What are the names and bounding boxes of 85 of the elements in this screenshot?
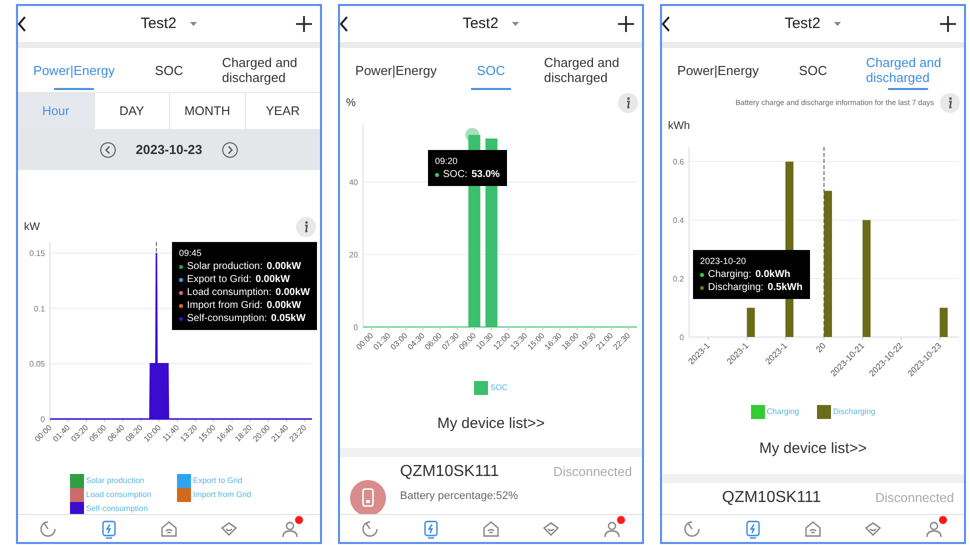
device-status: Disconnected — [875, 489, 954, 508]
house-icon[interactable] — [802, 518, 823, 538]
bar — [940, 308, 948, 337]
tooltip-label: Export to Grid: — [187, 273, 252, 286]
tab[interactable]: Charged and discharged — [530, 48, 642, 92]
plus-icon[interactable] — [618, 16, 634, 32]
gauge-icon[interactable] — [682, 518, 702, 538]
tooltip-title: 09:20 — [435, 155, 459, 168]
battery-percentage: Battery percentage:52% — [400, 489, 520, 504]
device-card[interactable]: QZM10SK111 Disconnected Battery percentage:52% — [340, 456, 642, 514]
device-name: QZM10SK111 — [722, 488, 822, 508]
bar — [746, 308, 755, 337]
legend-label: Self-consumption — [86, 503, 148, 514]
device-name: QZM10SK111 — [400, 462, 500, 482]
unit-label: kWh — [668, 118, 690, 134]
axis-label: 20 — [814, 340, 828, 354]
tab[interactable]: SOC — [774, 48, 852, 92]
device-list-link[interactable]: My device list>> — [437, 412, 545, 436]
tab[interactable]: Charged and discharged — [208, 48, 320, 92]
house-icon[interactable] — [480, 518, 501, 538]
axis-label: 0.05 — [29, 360, 45, 369]
plus-icon[interactable] — [940, 16, 956, 32]
back-icon[interactable] — [340, 16, 348, 32]
gauge-icon[interactable] — [38, 518, 58, 538]
tooltip-label: Import from Grid: — [187, 299, 263, 312]
profile-icon[interactable] — [280, 518, 300, 538]
profile-icon[interactable] — [602, 518, 622, 538]
tab[interactable]: Power|Energy — [340, 48, 452, 92]
device-status: Disconnected — [553, 463, 632, 482]
site-selector[interactable]: Test2 — [702, 12, 924, 36]
previous-icon[interactable] — [100, 142, 116, 158]
gauge-icon[interactable] — [360, 518, 380, 538]
legend-label: Solar production — [86, 475, 144, 487]
caret-icon — [834, 22, 842, 26]
axis-label: 0.6 — [672, 158, 684, 167]
axis-label: 40 — [349, 178, 358, 187]
axis-label: 0 — [354, 323, 358, 332]
info-icon[interactable] — [296, 217, 316, 237]
tooltip-label: Load consumption: — [187, 286, 272, 299]
tooltip-value: 0.5kWh — [768, 281, 803, 294]
axis-label: 20 — [349, 250, 358, 260]
tooltip-label: Discharging: — [708, 281, 764, 294]
legend-label: Charging — [766, 406, 800, 418]
axis-label: 0.2 — [672, 274, 684, 284]
tooltip-label: SOC: — [443, 168, 468, 181]
legend-label: Export to Grid — [193, 475, 242, 487]
legend-label: Import from Grid — [193, 489, 252, 501]
caret-icon — [190, 22, 198, 26]
tooltip-value: 53.0% — [471, 168, 500, 181]
caret-icon — [512, 22, 520, 26]
tab[interactable]: SOC — [130, 48, 208, 92]
back-icon[interactable] — [18, 16, 26, 32]
back-icon[interactable] — [662, 16, 670, 32]
legend-label: Discharging — [833, 406, 876, 418]
tooltip-label: Solar production: — [187, 260, 263, 273]
axis-label: 0 — [40, 415, 45, 424]
site-selector[interactable]: Test2 — [58, 12, 280, 36]
tooltip-value: 0.00kW — [255, 273, 290, 286]
tooltip-value: 0.0kWh — [755, 268, 790, 281]
tooltip-value: 0.05kW — [271, 312, 306, 325]
legend-label: Load consumption — [86, 489, 152, 501]
tooltip-value: 0.00kW — [276, 286, 310, 299]
tooltip-value: 0.00kW — [266, 260, 302, 273]
date-label: 2023-10-23 — [136, 141, 202, 160]
axis-label: 0.15 — [29, 249, 45, 258]
axis-label: 0 — [680, 333, 684, 342]
unit-label: kW — [24, 220, 40, 235]
plus-icon[interactable] — [296, 16, 312, 32]
tooltip-title: 2023-10-20 — [700, 255, 748, 268]
axis-label: 0.4 — [672, 216, 684, 226]
next-icon[interactable] — [222, 142, 238, 158]
profile-icon[interactable] — [924, 518, 944, 538]
tooltip-title: 09:45 — [179, 247, 203, 260]
house-icon[interactable] — [158, 518, 179, 538]
info-icon[interactable] — [940, 93, 960, 113]
unit-label: % — [346, 96, 356, 111]
tooltip-value: 0.00kW — [266, 299, 302, 312]
tooltip-label: Charging: — [708, 268, 752, 281]
tab[interactable]: Power|Energy — [662, 48, 774, 92]
tooltip-label: Self-consumption: — [187, 312, 268, 325]
site-selector[interactable]: Test2 — [380, 12, 602, 36]
device-list-link[interactable]: My device list>> — [759, 438, 867, 460]
legend-label: SOC — [490, 382, 508, 394]
info-icon[interactable] — [618, 93, 638, 113]
axis-label: 0.1 — [34, 304, 45, 314]
